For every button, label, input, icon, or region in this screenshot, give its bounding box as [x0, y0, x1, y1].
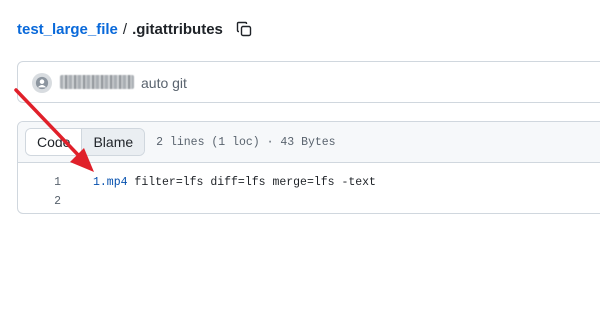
line-number[interactable]: 2	[18, 195, 61, 208]
github-avatar-icon	[35, 76, 49, 90]
file-viewer: Code Blame 2 lines (1 loc) · 43 Bytes 1 …	[17, 121, 600, 214]
line-content: 1.mp4 filter=lfs diff=lfs merge=lfs -tex…	[61, 176, 376, 189]
code-filename-token: 1.mp4	[93, 176, 128, 189]
file-header: Code Blame 2 lines (1 loc) · 43 Bytes	[18, 122, 600, 163]
commit-message[interactable]: auto git	[141, 75, 187, 91]
file-name: .gitattributes	[132, 20, 223, 38]
tab-code[interactable]: Code	[26, 129, 83, 155]
copy-icon	[236, 21, 252, 37]
breadcrumb-separator: /	[122, 20, 128, 38]
author-avatar[interactable]	[32, 73, 52, 93]
file-meta: 2 lines (1 loc) · 43 Bytes	[156, 135, 336, 149]
author-name-blurred[interactable]	[60, 75, 134, 89]
copy-path-button[interactable]	[235, 20, 253, 38]
breadcrumb: test_large_file / .gitattributes	[17, 18, 253, 40]
code-listing: 1 1.mp4 filter=lfs diff=lfs merge=lfs -t…	[18, 163, 600, 211]
code-attributes-token: filter=lfs diff=lfs merge=lfs -text	[127, 176, 376, 189]
view-toggle: Code Blame	[25, 128, 146, 156]
latest-commit-bar: auto git	[17, 61, 600, 103]
code-line: 2	[18, 192, 600, 211]
repo-link[interactable]: test_large_file	[17, 21, 118, 38]
code-line: 1 1.mp4 filter=lfs diff=lfs merge=lfs -t…	[18, 173, 600, 192]
tab-blame[interactable]: Blame	[82, 129, 145, 155]
line-number[interactable]: 1	[18, 176, 61, 189]
